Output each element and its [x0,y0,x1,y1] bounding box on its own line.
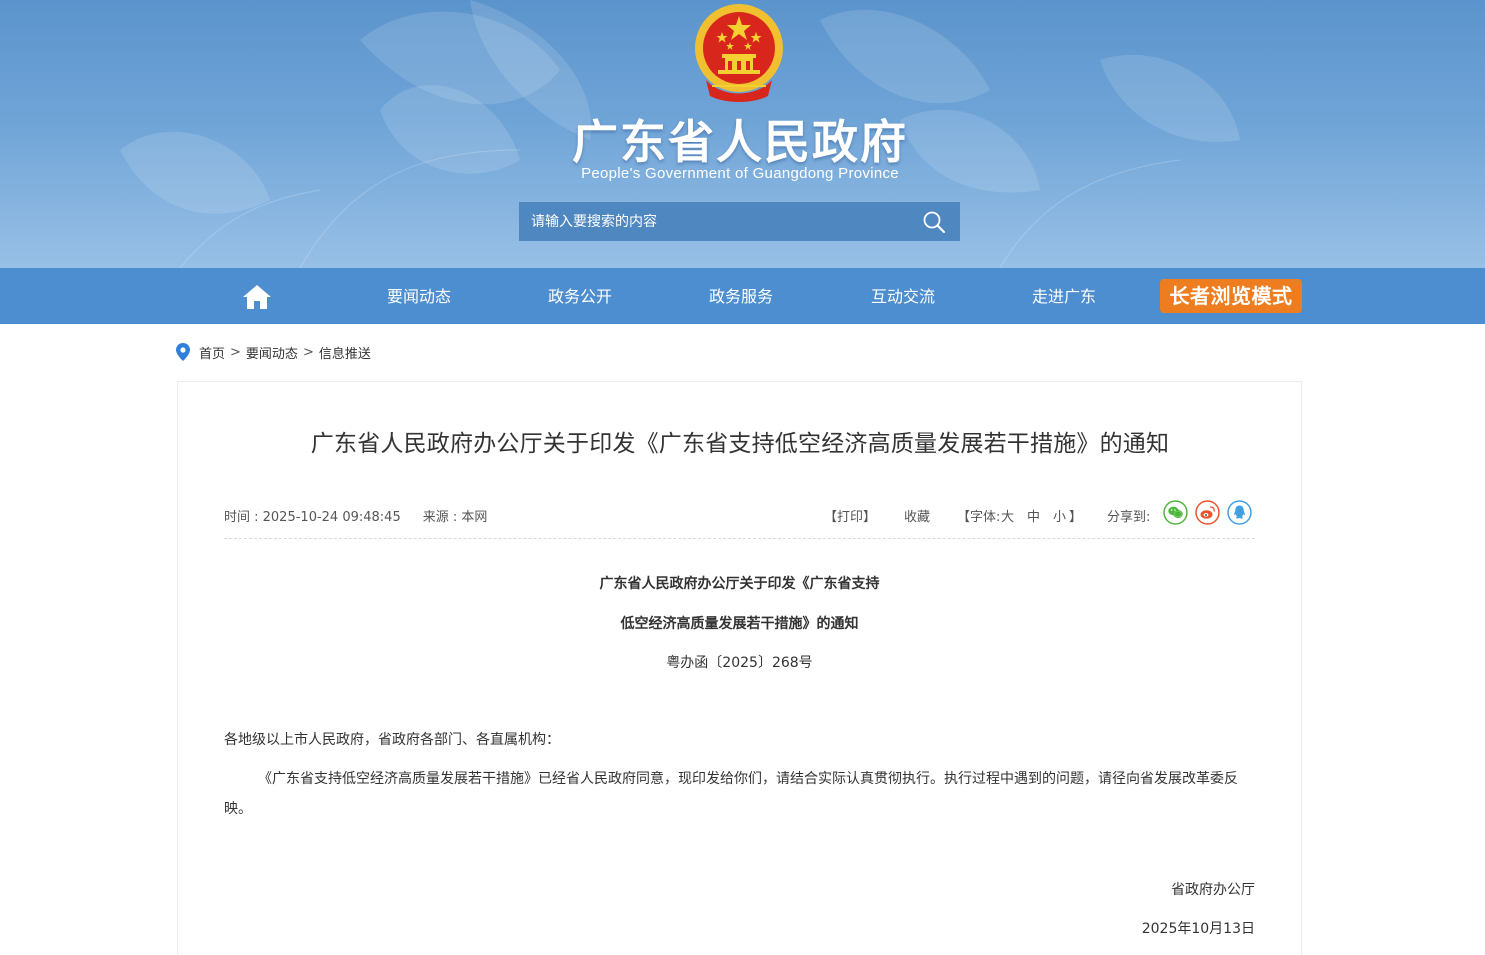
main-nav: 要闻动态 政务公开 政务服务 互动交流 走进广东 长者浏览模式 [0,268,1485,324]
breadcrumb-separator: > [302,344,314,360]
font-size-close: 】 [1069,510,1083,525]
document-paragraph: 《广东省支持低空经济高质量发展若干措施》已经省人民政府同意，现印发给你们，请结合… [224,771,1238,817]
breadcrumb-news-link[interactable]: 要闻动态 [246,343,298,362]
meta-divider [224,538,1255,539]
breadcrumb-home-link[interactable]: 首页 [199,343,225,362]
site-header: 广东省人民政府 People's Government of Guangdong… [0,0,1485,268]
font-large-button[interactable]: 大 [1001,506,1014,525]
document-salutation: 各地级以上市人民政府，省政府各部门、各直属机构： [224,732,560,748]
site-title: 广东省人民政府 [572,115,908,169]
article-meta: 时间 : 2025-10-24 09:48:45 来源 : 本网 [224,506,487,525]
favorite-button[interactable]: 收藏 [904,506,930,525]
weibo-share-icon[interactable] [1195,500,1220,525]
national-emblem-icon [695,4,783,102]
search-input[interactable] [519,202,909,241]
location-pin-icon [176,343,190,361]
share-label: 分享到: [1107,510,1151,525]
nav-item-government-services[interactable]: 政务服务 [681,268,801,324]
search-box [519,202,960,241]
article-source: 来源 : 本网 [422,510,488,525]
article-title: 广东省人民政府办公厅关于印发《广东省支持低空经济高质量发展若干措施》的通知 [310,431,1170,457]
nav-item-about-guangdong[interactable]: 走进广东 [1004,268,1124,324]
document-signature: 省政府办公厅 [1171,882,1255,898]
document-date: 2025年10月13日 [1141,921,1255,937]
breadcrumb-current-link[interactable]: 信息推送 [319,343,371,362]
breadcrumb: 首页 > 要闻动态 > 信息推送 [176,342,371,362]
publish-time: 时间 : 2025-10-24 09:48:45 [224,510,401,525]
site-subtitle: People's Government of Guangdong Provinc… [581,165,899,182]
search-icon[interactable] [922,210,946,234]
home-icon[interactable] [242,284,272,310]
document-title-line1: 广东省人民政府办公厅关于印发《广东省支持 [599,576,880,592]
font-small-button[interactable]: 小 [1053,506,1066,525]
wechat-share-icon[interactable] [1163,500,1188,525]
document-number: 粤办函〔2025〕268号 [666,655,813,671]
font-size-label: 【字体: [957,510,1001,525]
print-button[interactable]: 【打印】 [824,506,876,525]
font-medium-button[interactable]: 中 [1027,506,1040,525]
nav-item-interaction[interactable]: 互动交流 [843,268,963,324]
document-title-line2: 低空经济高质量发展若干措施》的通知 [620,616,859,632]
elder-mode-button[interactable]: 长者浏览模式 [1160,279,1302,313]
nav-item-government-affairs[interactable]: 政务公开 [520,268,640,324]
nav-item-news[interactable]: 要闻动态 [359,268,479,324]
breadcrumb-separator: > [230,344,241,360]
qq-share-icon[interactable] [1227,500,1252,525]
